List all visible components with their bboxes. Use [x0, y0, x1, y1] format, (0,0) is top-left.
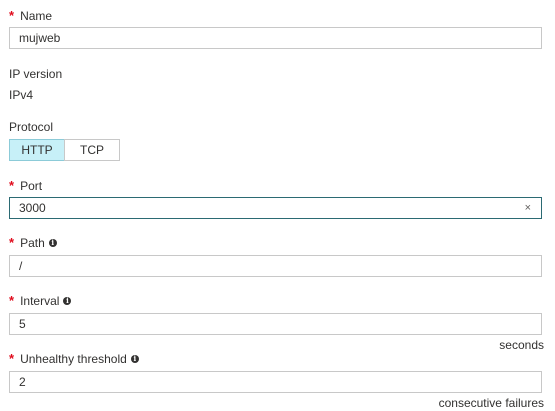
path-field-value[interactable]: /: [19, 256, 22, 276]
interval-unit: seconds: [499, 338, 544, 352]
interval-label: Interval: [20, 294, 60, 308]
port-label: Port: [20, 179, 43, 193]
name-field[interactable]: mujweb: [9, 27, 542, 49]
ip-version-value: IPv4: [9, 88, 34, 102]
interval-label-row: * Interval i: [9, 293, 72, 309]
path-field[interactable]: /: [9, 255, 542, 277]
protocol-option-http[interactable]: HTTP: [9, 139, 65, 161]
required-asterisk: *: [9, 293, 15, 308]
protocol-label: Protocol: [9, 120, 54, 134]
protocol-option-tcp[interactable]: TCP: [64, 139, 120, 161]
port-label-row: * Port: [9, 178, 42, 194]
unhealthy-threshold-unit: consecutive failures: [438, 396, 544, 410]
name-label-row: * Name: [9, 8, 52, 24]
interval-field-value[interactable]: 5: [19, 314, 26, 334]
port-field[interactable]: 3000 ×: [9, 197, 542, 219]
unhealthy-threshold-label-row: * Unhealthy threshold i: [9, 351, 139, 367]
path-label: Path: [20, 236, 45, 250]
info-icon[interactable]: i: [130, 355, 139, 363]
required-asterisk: *: [9, 235, 15, 250]
unhealthy-threshold-label: Unhealthy threshold: [20, 352, 127, 366]
interval-field[interactable]: 5: [9, 313, 542, 335]
name-label: Name: [20, 9, 53, 23]
path-label-row: * Path i: [9, 235, 57, 251]
ip-version-label: IP version: [9, 67, 63, 81]
clear-icon[interactable]: ×: [525, 198, 531, 218]
required-asterisk: *: [9, 351, 15, 366]
info-icon[interactable]: i: [48, 239, 57, 247]
unhealthy-threshold-field[interactable]: 2: [9, 371, 542, 393]
required-asterisk: *: [9, 178, 15, 193]
port-field-value[interactable]: 3000: [19, 198, 46, 218]
info-icon[interactable]: i: [63, 297, 72, 305]
required-asterisk: *: [9, 8, 15, 23]
name-field-value[interactable]: mujweb: [19, 28, 60, 48]
unhealthy-threshold-field-value[interactable]: 2: [19, 372, 26, 392]
